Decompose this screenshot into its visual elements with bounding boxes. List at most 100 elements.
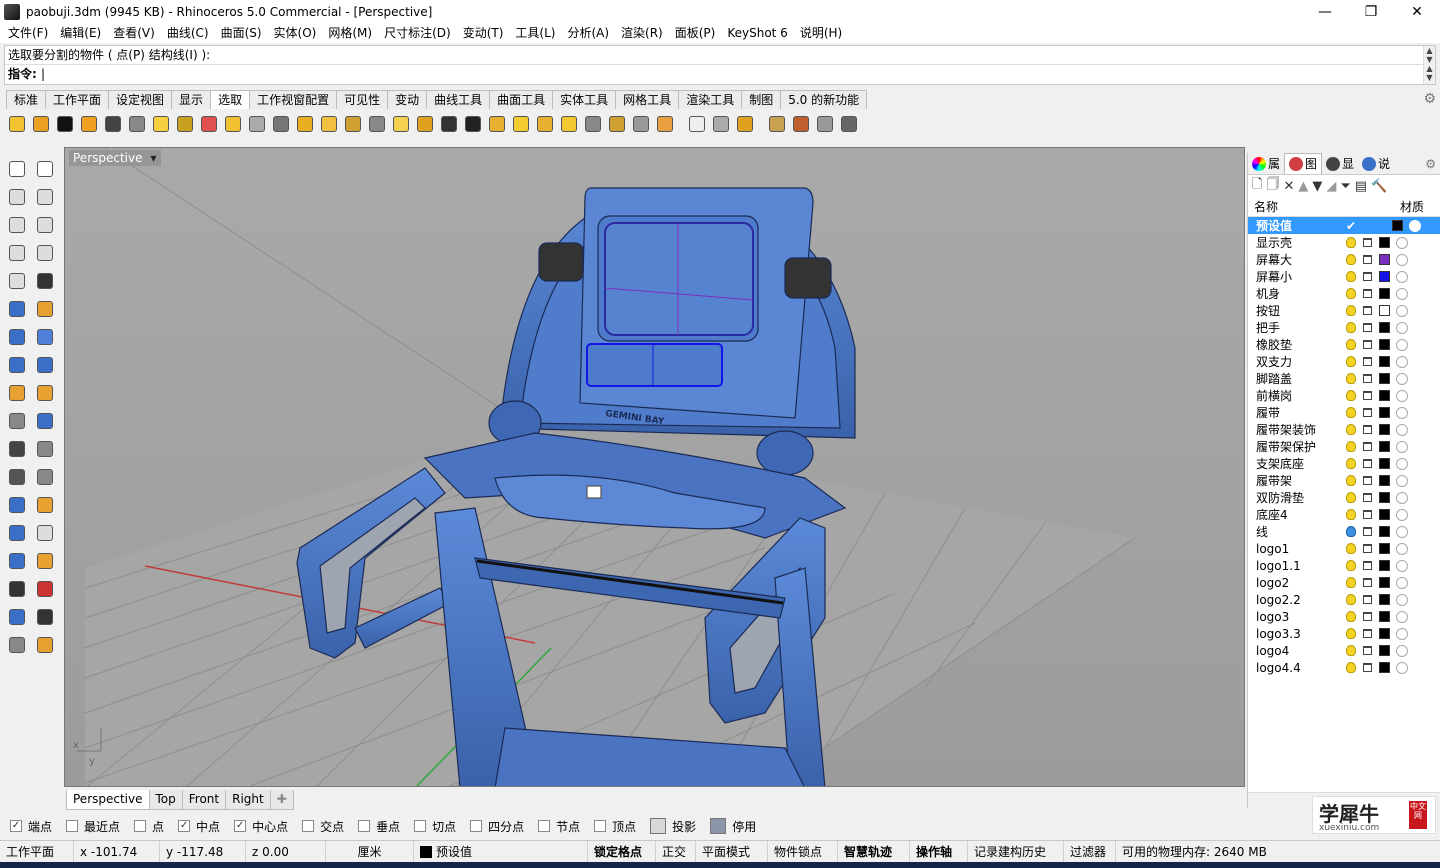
ortho-toggle[interactable]: 正交: [656, 840, 696, 863]
layer-name[interactable]: 履带架装饰: [1256, 421, 1346, 438]
layer-row[interactable]: 履带架装饰: [1248, 421, 1440, 438]
osnap-checkbox[interactable]: [594, 820, 607, 832]
left-tool-icon[interactable]: [32, 213, 58, 237]
left-tool-icon[interactable]: [4, 157, 30, 181]
osnap-4[interactable]: ✓ 中心点: [234, 818, 288, 835]
visibility-bulb-icon[interactable]: [1346, 288, 1356, 299]
toolbar-tool-icon[interactable]: [198, 113, 220, 135]
toolbar-tool-icon[interactable]: [222, 113, 244, 135]
left-tool-icon[interactable]: [32, 465, 58, 489]
lock-icon[interactable]: [1363, 357, 1372, 366]
left-tool-icon[interactable]: [32, 381, 58, 405]
layer-name[interactable]: 显示壳: [1256, 234, 1346, 251]
osnap-checkbox[interactable]: [414, 820, 427, 832]
visibility-bulb-icon[interactable]: [1346, 407, 1356, 418]
visibility-bulb-icon[interactable]: [1346, 356, 1356, 367]
toolbar-tool-icon[interactable]: [342, 113, 364, 135]
osnap-10[interactable]: 顶点: [594, 818, 636, 835]
layer-name[interactable]: 把手: [1256, 319, 1346, 336]
left-tool-icon[interactable]: [32, 241, 58, 265]
toolbar-tool-icon[interactable]: [246, 113, 268, 135]
left-tool-icon[interactable]: [4, 297, 30, 321]
visibility-bulb-icon[interactable]: [1346, 577, 1356, 588]
menu-item[interactable]: 实体(O): [268, 23, 323, 43]
layer-row[interactable]: logo2.2: [1248, 591, 1440, 608]
osnap-checkbox[interactable]: [134, 820, 147, 832]
layer-name[interactable]: 橡胶垫: [1256, 336, 1346, 353]
layer-color-swatch[interactable]: [1392, 220, 1403, 231]
toolbar-tab[interactable]: 可见性: [336, 90, 389, 109]
layer-color-swatch[interactable]: [1379, 356, 1390, 367]
menu-item[interactable]: 文件(F): [2, 23, 54, 43]
osnap-checkbox[interactable]: [66, 820, 79, 832]
history-toggle[interactable]: 记录建构历史: [968, 840, 1064, 863]
layer-color-swatch[interactable]: [1379, 475, 1390, 486]
viewport-canvas[interactable]: GEMINI BAY x y: [65, 148, 1245, 787]
left-tool-icon[interactable]: [32, 633, 58, 657]
osnap-7[interactable]: 切点: [414, 818, 456, 835]
move-up-icon[interactable]: ▲: [1298, 179, 1308, 194]
toolbar-tool-icon[interactable]: [102, 113, 124, 135]
visibility-bulb-icon[interactable]: [1346, 441, 1356, 452]
lock-icon[interactable]: [1363, 612, 1372, 621]
toolbar-tab[interactable]: 显示: [171, 90, 212, 109]
toolbar-tool-icon[interactable]: [270, 113, 292, 135]
command-scrollbar[interactable]: ▲ ▼ ▲ ▼: [1423, 46, 1435, 84]
toolbar-tool-icon[interactable]: [654, 113, 676, 135]
menu-item[interactable]: 变动(T): [457, 23, 510, 43]
layer-name[interactable]: 支架底座: [1256, 455, 1346, 472]
left-tool-icon[interactable]: [32, 521, 58, 545]
visibility-bulb-icon[interactable]: [1346, 305, 1356, 316]
layer-color-swatch[interactable]: [1379, 628, 1390, 639]
menu-item[interactable]: 曲线(C): [161, 23, 215, 43]
osnap-9[interactable]: 节点: [538, 818, 580, 835]
lock-icon[interactable]: [1363, 646, 1372, 655]
minimize-icon[interactable]: —: [1302, 0, 1348, 23]
layer-row[interactable]: 履带架: [1248, 472, 1440, 489]
lock-icon[interactable]: [1363, 374, 1372, 383]
left-tool-icon[interactable]: [4, 633, 30, 657]
lock-icon[interactable]: [1363, 663, 1372, 672]
visibility-bulb-icon[interactable]: [1346, 254, 1356, 265]
layer-name[interactable]: 履带: [1256, 404, 1346, 421]
view-tab[interactable]: Right: [225, 790, 271, 810]
layer-row[interactable]: 底座4: [1248, 506, 1440, 523]
toolbar-tool-icon[interactable]: [558, 113, 580, 135]
material-icon[interactable]: [1396, 253, 1408, 266]
toolbar-tool-icon[interactable]: [30, 113, 52, 135]
toolbar-tool-icon[interactable]: [54, 113, 76, 135]
lock-icon[interactable]: [1363, 442, 1372, 451]
layer-name[interactable]: logo3.3: [1256, 627, 1346, 641]
visibility-bulb-icon[interactable]: [1346, 339, 1356, 350]
material-icon[interactable]: [1396, 321, 1408, 334]
toolbar-tool-icon[interactable]: [734, 113, 756, 135]
menu-item[interactable]: 编辑(E): [54, 23, 107, 43]
visibility-bulb-icon[interactable]: [1346, 509, 1356, 520]
smarttrack-toggle[interactable]: 智慧轨迹: [838, 840, 910, 863]
material-icon[interactable]: [1396, 406, 1408, 419]
toolbar-tool-icon[interactable]: [766, 113, 788, 135]
material-icon[interactable]: [1396, 338, 1408, 351]
layer-color-swatch[interactable]: [1379, 509, 1390, 520]
layer-row[interactable]: logo3: [1248, 608, 1440, 625]
osnap-5[interactable]: 交点: [302, 818, 344, 835]
layer-row[interactable]: 把手: [1248, 319, 1440, 336]
layer-color-swatch[interactable]: [1379, 526, 1390, 537]
material-icon[interactable]: [1396, 559, 1408, 572]
lock-icon[interactable]: [1363, 493, 1372, 502]
layer-row[interactable]: 履带: [1248, 404, 1440, 421]
lock-icon[interactable]: [1363, 391, 1372, 400]
layer-row[interactable]: 屏幕小: [1248, 268, 1440, 285]
material-icon[interactable]: [1396, 610, 1408, 623]
grid-snap-toggle[interactable]: 锁定格点: [588, 840, 656, 863]
layer-name[interactable]: logo3: [1256, 610, 1346, 624]
left-tool-icon[interactable]: [32, 549, 58, 573]
layer-name[interactable]: logo4: [1256, 644, 1346, 658]
layer-color-swatch[interactable]: [1379, 594, 1390, 605]
lock-icon[interactable]: [1363, 629, 1372, 638]
layer-row[interactable]: logo3.3: [1248, 625, 1440, 642]
panel-tab[interactable]: 图: [1284, 153, 1323, 174]
lock-icon[interactable]: [1363, 425, 1372, 434]
perspective-viewport[interactable]: GEMINI BAY x y Perspective ▾: [64, 147, 1245, 787]
toolbar-tool-icon[interactable]: [606, 113, 628, 135]
